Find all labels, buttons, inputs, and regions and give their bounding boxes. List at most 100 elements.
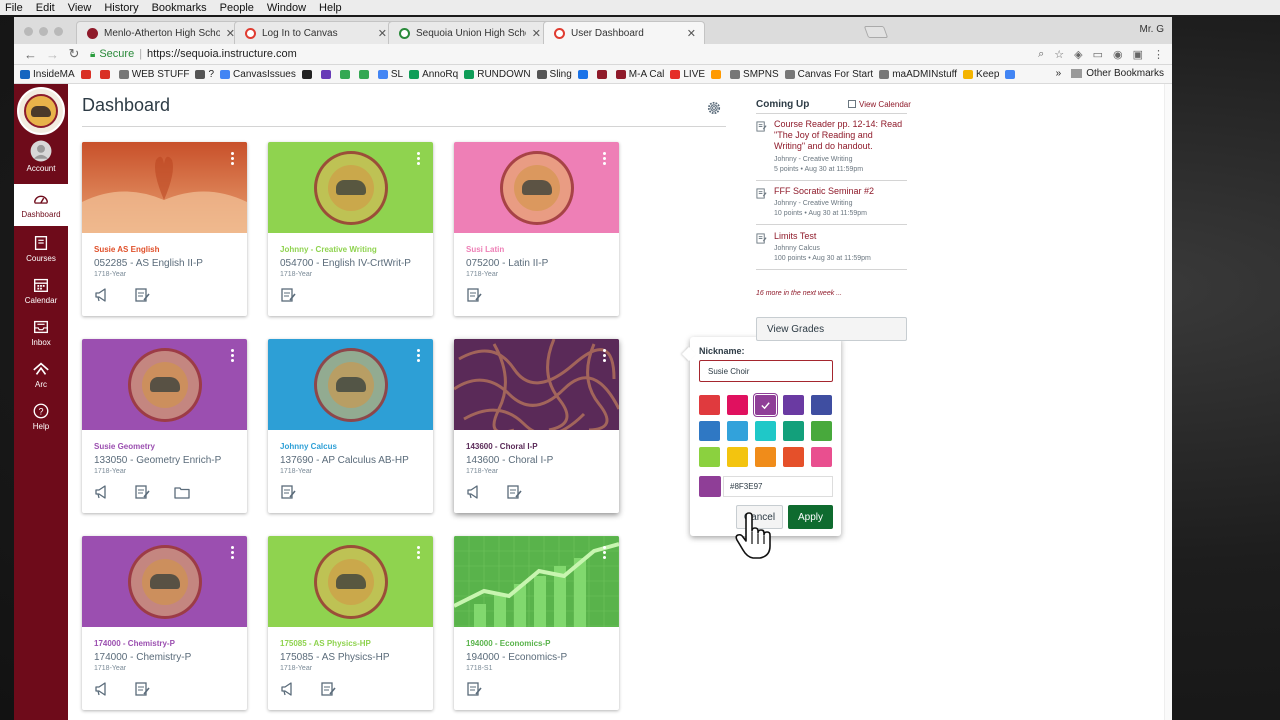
bookmark-item[interactable]: Keep — [963, 69, 999, 80]
bookmark-item[interactable] — [596, 69, 610, 79]
browser-tab-active[interactable]: User Dashboard ✕ — [543, 21, 705, 44]
announcements-icon[interactable] — [280, 681, 296, 700]
card-options-kebab-icon[interactable] — [231, 152, 235, 166]
menu-people[interactable]: People — [220, 2, 254, 14]
school-logo[interactable] — [17, 87, 65, 135]
assignments-icon[interactable] — [320, 681, 336, 700]
assignments-icon[interactable] — [466, 287, 482, 306]
tab-close-icon[interactable]: ✕ — [687, 27, 696, 40]
course-card-hero[interactable] — [454, 536, 619, 627]
reload-icon[interactable]: ↻ — [68, 46, 80, 62]
extension-icon[interactable]: ◈ — [1074, 48, 1082, 61]
card-options-kebab-icon[interactable] — [603, 152, 607, 166]
color-swatch[interactable] — [699, 421, 720, 441]
course-card-hero[interactable] — [454, 339, 619, 436]
assignments-icon[interactable] — [506, 484, 522, 503]
menu-file[interactable]: File — [5, 2, 23, 14]
course-card-hero[interactable] — [82, 536, 247, 627]
course-code[interactable]: 175085 - AS Physics-HP — [280, 652, 390, 663]
hex-color-input[interactable]: #8F3E97 — [723, 476, 833, 497]
bookmark-item[interactable] — [358, 69, 372, 79]
view-grades-button[interactable]: View Grades — [756, 317, 907, 341]
course-code[interactable]: 143600 - Choral I-P — [466, 455, 553, 466]
page-scrollbar[interactable] — [1164, 84, 1172, 720]
bookmark-item[interactable] — [99, 69, 113, 79]
bookmark-item[interactable] — [339, 69, 353, 79]
course-card[interactable]: 194000 - Economics-P 194000 - Economics-P… — [454, 536, 619, 710]
card-options-kebab-icon[interactable] — [231, 349, 235, 363]
extension-icon[interactable]: ◉ — [1113, 48, 1123, 61]
card-options-kebab-icon[interactable] — [603, 546, 607, 560]
menu-help[interactable]: Help — [319, 2, 342, 14]
color-swatch[interactable] — [755, 421, 776, 441]
color-swatch[interactable] — [727, 447, 748, 467]
course-nickname[interactable]: 175085 - AS Physics-HP — [280, 639, 371, 648]
tab-close-icon[interactable]: ✕ — [378, 27, 387, 40]
announcements-icon[interactable] — [94, 681, 110, 700]
card-options-kebab-icon[interactable] — [417, 546, 421, 560]
course-code[interactable]: 194000 - Economics-P — [466, 652, 567, 663]
course-code[interactable]: 133050 - Geometry Enrich-P — [94, 455, 221, 466]
zoom-window-button[interactable] — [54, 27, 63, 36]
global-nav-dashboard[interactable]: Dashboard — [14, 184, 68, 226]
bookmark-item[interactable]: SL — [377, 69, 403, 80]
course-code[interactable]: 075200 - Latin II-P — [466, 258, 548, 269]
color-swatch[interactable] — [699, 447, 720, 467]
bookmark-item[interactable]: SMPNS — [730, 69, 779, 80]
assignments-icon[interactable] — [280, 287, 296, 306]
back-icon[interactable]: ← — [24, 47, 37, 62]
course-card-hero[interactable] — [82, 339, 247, 430]
tab-close-icon[interactable]: ✕ — [532, 27, 541, 40]
course-card[interactable]: 174000 - Chemistry-P 174000 - Chemistry-P… — [82, 536, 247, 710]
course-code[interactable]: 137690 - AP Calculus AB-HP — [280, 455, 409, 466]
color-swatch[interactable] — [754, 394, 777, 416]
browser-tab[interactable]: Sequoia Union High School Di ✕ — [388, 21, 550, 44]
bookmark-item[interactable]: maADMINstuff — [879, 69, 957, 80]
profile-name[interactable]: Mr. G — [1140, 24, 1164, 35]
course-nickname[interactable]: 143600 - Choral I-P — [466, 442, 538, 451]
bookmark-item[interactable] — [80, 69, 94, 79]
global-nav-courses[interactable]: Courses — [14, 234, 68, 263]
card-options-kebab-icon[interactable] — [417, 349, 421, 363]
announcements-icon[interactable] — [466, 484, 482, 503]
course-card[interactable]: Susie AS English 052285 - AS English II-P… — [82, 142, 247, 316]
files-icon[interactable] — [174, 484, 190, 503]
course-card[interactable]: Susie Geometry 133050 - Geometry Enrich-P… — [82, 339, 247, 513]
course-nickname[interactable]: Johnny Calcus — [280, 442, 337, 451]
apply-button[interactable]: Apply — [788, 505, 833, 529]
course-code[interactable]: 054700 - English IV-CrtWrit-P — [280, 258, 411, 269]
bookmark-item[interactable]: AnnoRq — [409, 69, 458, 80]
extension-icon[interactable]: ▣ — [1133, 48, 1143, 61]
course-nickname[interactable]: Susie AS English — [94, 245, 160, 254]
bookmark-item[interactable] — [1005, 69, 1018, 79]
browser-tab[interactable]: Log In to Canvas ✕ — [234, 21, 396, 44]
bookmark-item[interactable] — [301, 69, 315, 79]
course-card-hero[interactable] — [268, 142, 433, 233]
course-card-hero[interactable] — [268, 339, 433, 430]
card-options-kebab-icon[interactable] — [603, 349, 607, 363]
color-swatch[interactable] — [811, 447, 832, 467]
assignments-icon[interactable] — [134, 287, 150, 306]
global-nav-help[interactable]: ? Help — [14, 402, 68, 431]
bookmark-item[interactable]: CanvasIssues — [220, 69, 296, 80]
bookmark-item[interactable]: RUNDOWN — [464, 69, 531, 80]
announcements-icon[interactable] — [94, 287, 110, 306]
course-code[interactable]: 052285 - AS English II-P — [94, 258, 203, 269]
other-bookmarks-folder[interactable]: » Other Bookmarks — [1056, 68, 1164, 79]
cast-icon[interactable]: ▭ — [1093, 48, 1103, 61]
close-window-button[interactable] — [24, 27, 33, 36]
url-input[interactable]: https://sequoia.instructure.com — [147, 48, 297, 60]
global-nav-inbox[interactable]: Inbox — [14, 318, 68, 347]
color-swatch[interactable] — [727, 421, 748, 441]
more-menu-icon[interactable]: ⋮ — [1153, 48, 1164, 61]
global-nav-arc[interactable]: Arc — [14, 360, 68, 389]
dashboard-options-gear-icon[interactable] — [706, 100, 722, 116]
global-nav-account[interactable]: Account — [14, 140, 68, 178]
menu-history[interactable]: History — [104, 2, 138, 14]
course-card[interactable]: 175085 - AS Physics-HP 175085 - AS Physic… — [268, 536, 433, 710]
color-swatch[interactable] — [811, 421, 832, 441]
bookmark-item[interactable] — [320, 69, 334, 79]
assignments-icon[interactable] — [134, 484, 150, 503]
bookmark-item[interactable]: InsideMA — [20, 69, 75, 80]
coming-up-link[interactable]: Limits Test — [774, 231, 906, 242]
